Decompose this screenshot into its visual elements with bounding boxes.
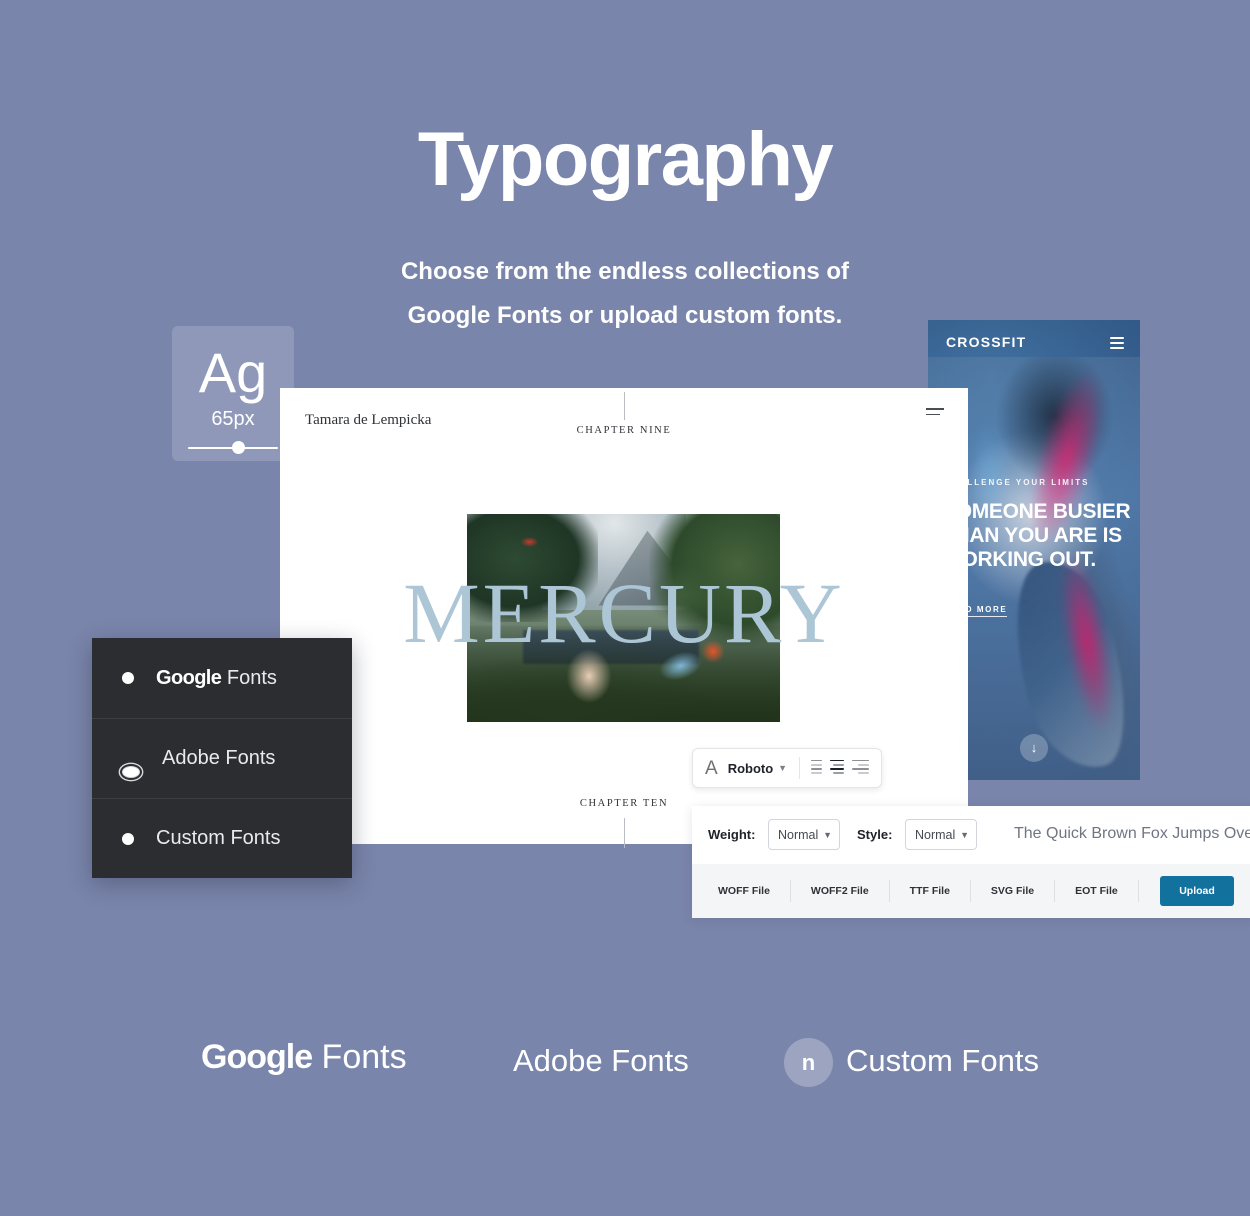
- chevron-down-icon[interactable]: ▼: [778, 763, 787, 773]
- custom-fonts-logo: Custom Fonts: [846, 1043, 1039, 1078]
- divider-top: [624, 392, 625, 420]
- font-name-value[interactable]: Roboto: [728, 761, 773, 776]
- file-type-woff2[interactable]: WOFF2 File: [791, 885, 889, 897]
- font-toolbar[interactable]: A Roboto ▼: [692, 748, 882, 788]
- font-specimen-glyph: Ag: [198, 341, 268, 404]
- file-type-eot[interactable]: EOT File: [1055, 885, 1138, 897]
- menu-item-label: Adobe Fonts: [162, 747, 275, 770]
- menu-item-label: Custom Fonts: [156, 827, 280, 850]
- partner-logo-row: Google Fonts Adobe Fonts Custom Fonts: [0, 1030, 1250, 1110]
- file-type-woff[interactable]: WOFF File: [692, 885, 790, 897]
- weight-value: Normal: [778, 827, 819, 842]
- adobe-fonts-logo: Adobe Fonts: [513, 1043, 689, 1078]
- menu-item-adobe-fonts[interactable]: Adobe Fonts: [92, 718, 352, 798]
- page-root: Typography Choose from the endless colle…: [0, 0, 1250, 1216]
- panel-controls-row: Weight: Normal ▼ Style: Normal ▼ The Qui…: [692, 806, 1250, 864]
- align-center-icon[interactable]: [830, 759, 844, 777]
- radio-selected-icon: [122, 765, 140, 778]
- book-display-word: MERCURY: [403, 565, 845, 661]
- slider-handle[interactable]: [231, 441, 245, 454]
- arrow-down-icon[interactable]: ↓: [1020, 734, 1048, 762]
- menu-item-custom-fonts[interactable]: Custom Fonts: [92, 798, 352, 878]
- font-source-menu[interactable]: Google Fonts Adobe Fonts Custom Fonts: [92, 638, 352, 878]
- file-divider: [1137, 880, 1139, 902]
- hamburger-icon[interactable]: [1110, 337, 1124, 352]
- align-left-icon[interactable]: [810, 759, 822, 777]
- font-size-value: 65px: [211, 408, 255, 430]
- subtitle-line-1: Choose from the endless collections of: [400, 258, 850, 285]
- crossfit-brand: CROSSFIT: [946, 334, 1027, 350]
- radio-icon: [122, 832, 134, 845]
- radio-icon: [122, 672, 134, 684]
- style-value: Normal: [915, 827, 956, 842]
- font-size-slider[interactable]: [188, 441, 278, 455]
- page-title: Typography: [417, 117, 834, 202]
- file-type-ttf[interactable]: TTF File: [890, 885, 970, 897]
- chevron-down-icon: ▼: [823, 829, 832, 840]
- hamburger-icon[interactable]: [926, 408, 944, 419]
- weight-select[interactable]: Normal ▼: [768, 819, 840, 850]
- chevron-down-icon: ▼: [960, 829, 969, 840]
- toolbar-divider: [799, 757, 800, 779]
- menu-label-bold: Google: [156, 666, 222, 689]
- book-chapter-top: CHAPTER NINE: [576, 425, 672, 436]
- custom-fonts-badge-icon: n: [784, 1038, 833, 1087]
- menu-item-label: Google Fonts: [156, 667, 277, 690]
- menu-label-light: Custom Fonts: [156, 827, 281, 849]
- menu-label-light: Adobe Fonts: [162, 747, 276, 769]
- font-settings-panel: Weight: Normal ▼ Style: Normal ▼ The Qui…: [692, 806, 1250, 918]
- upload-button[interactable]: Upload: [1160, 876, 1234, 906]
- weight-label: Weight:: [708, 827, 756, 842]
- font-preview-text: The Quick Brown Fox Jumps Over The: [1014, 825, 1250, 842]
- file-type-row: WOFF File WOFF2 File TTF File SVG File E…: [692, 864, 1250, 918]
- style-select[interactable]: Normal ▼: [905, 819, 977, 850]
- file-type-svg[interactable]: SVG File: [971, 885, 1054, 897]
- font-size-card[interactable]: Ag 65px: [172, 326, 294, 461]
- align-right-icon[interactable]: [852, 759, 869, 777]
- menu-item-google-fonts[interactable]: Google Fonts: [92, 638, 352, 718]
- google-fonts-logo: Google Fonts: [201, 1038, 407, 1077]
- fonts-wordmark: Fonts: [312, 1038, 407, 1076]
- style-label: Style:: [857, 827, 893, 842]
- divider-bottom: [624, 818, 625, 848]
- typeface-icon: A: [705, 757, 718, 779]
- crossfit-headline: SOMEONE BUSIER THAN YOU ARE IS WORKING O…: [942, 500, 1131, 571]
- menu-label-light: Fonts: [221, 666, 277, 689]
- google-wordmark: Google: [201, 1038, 313, 1076]
